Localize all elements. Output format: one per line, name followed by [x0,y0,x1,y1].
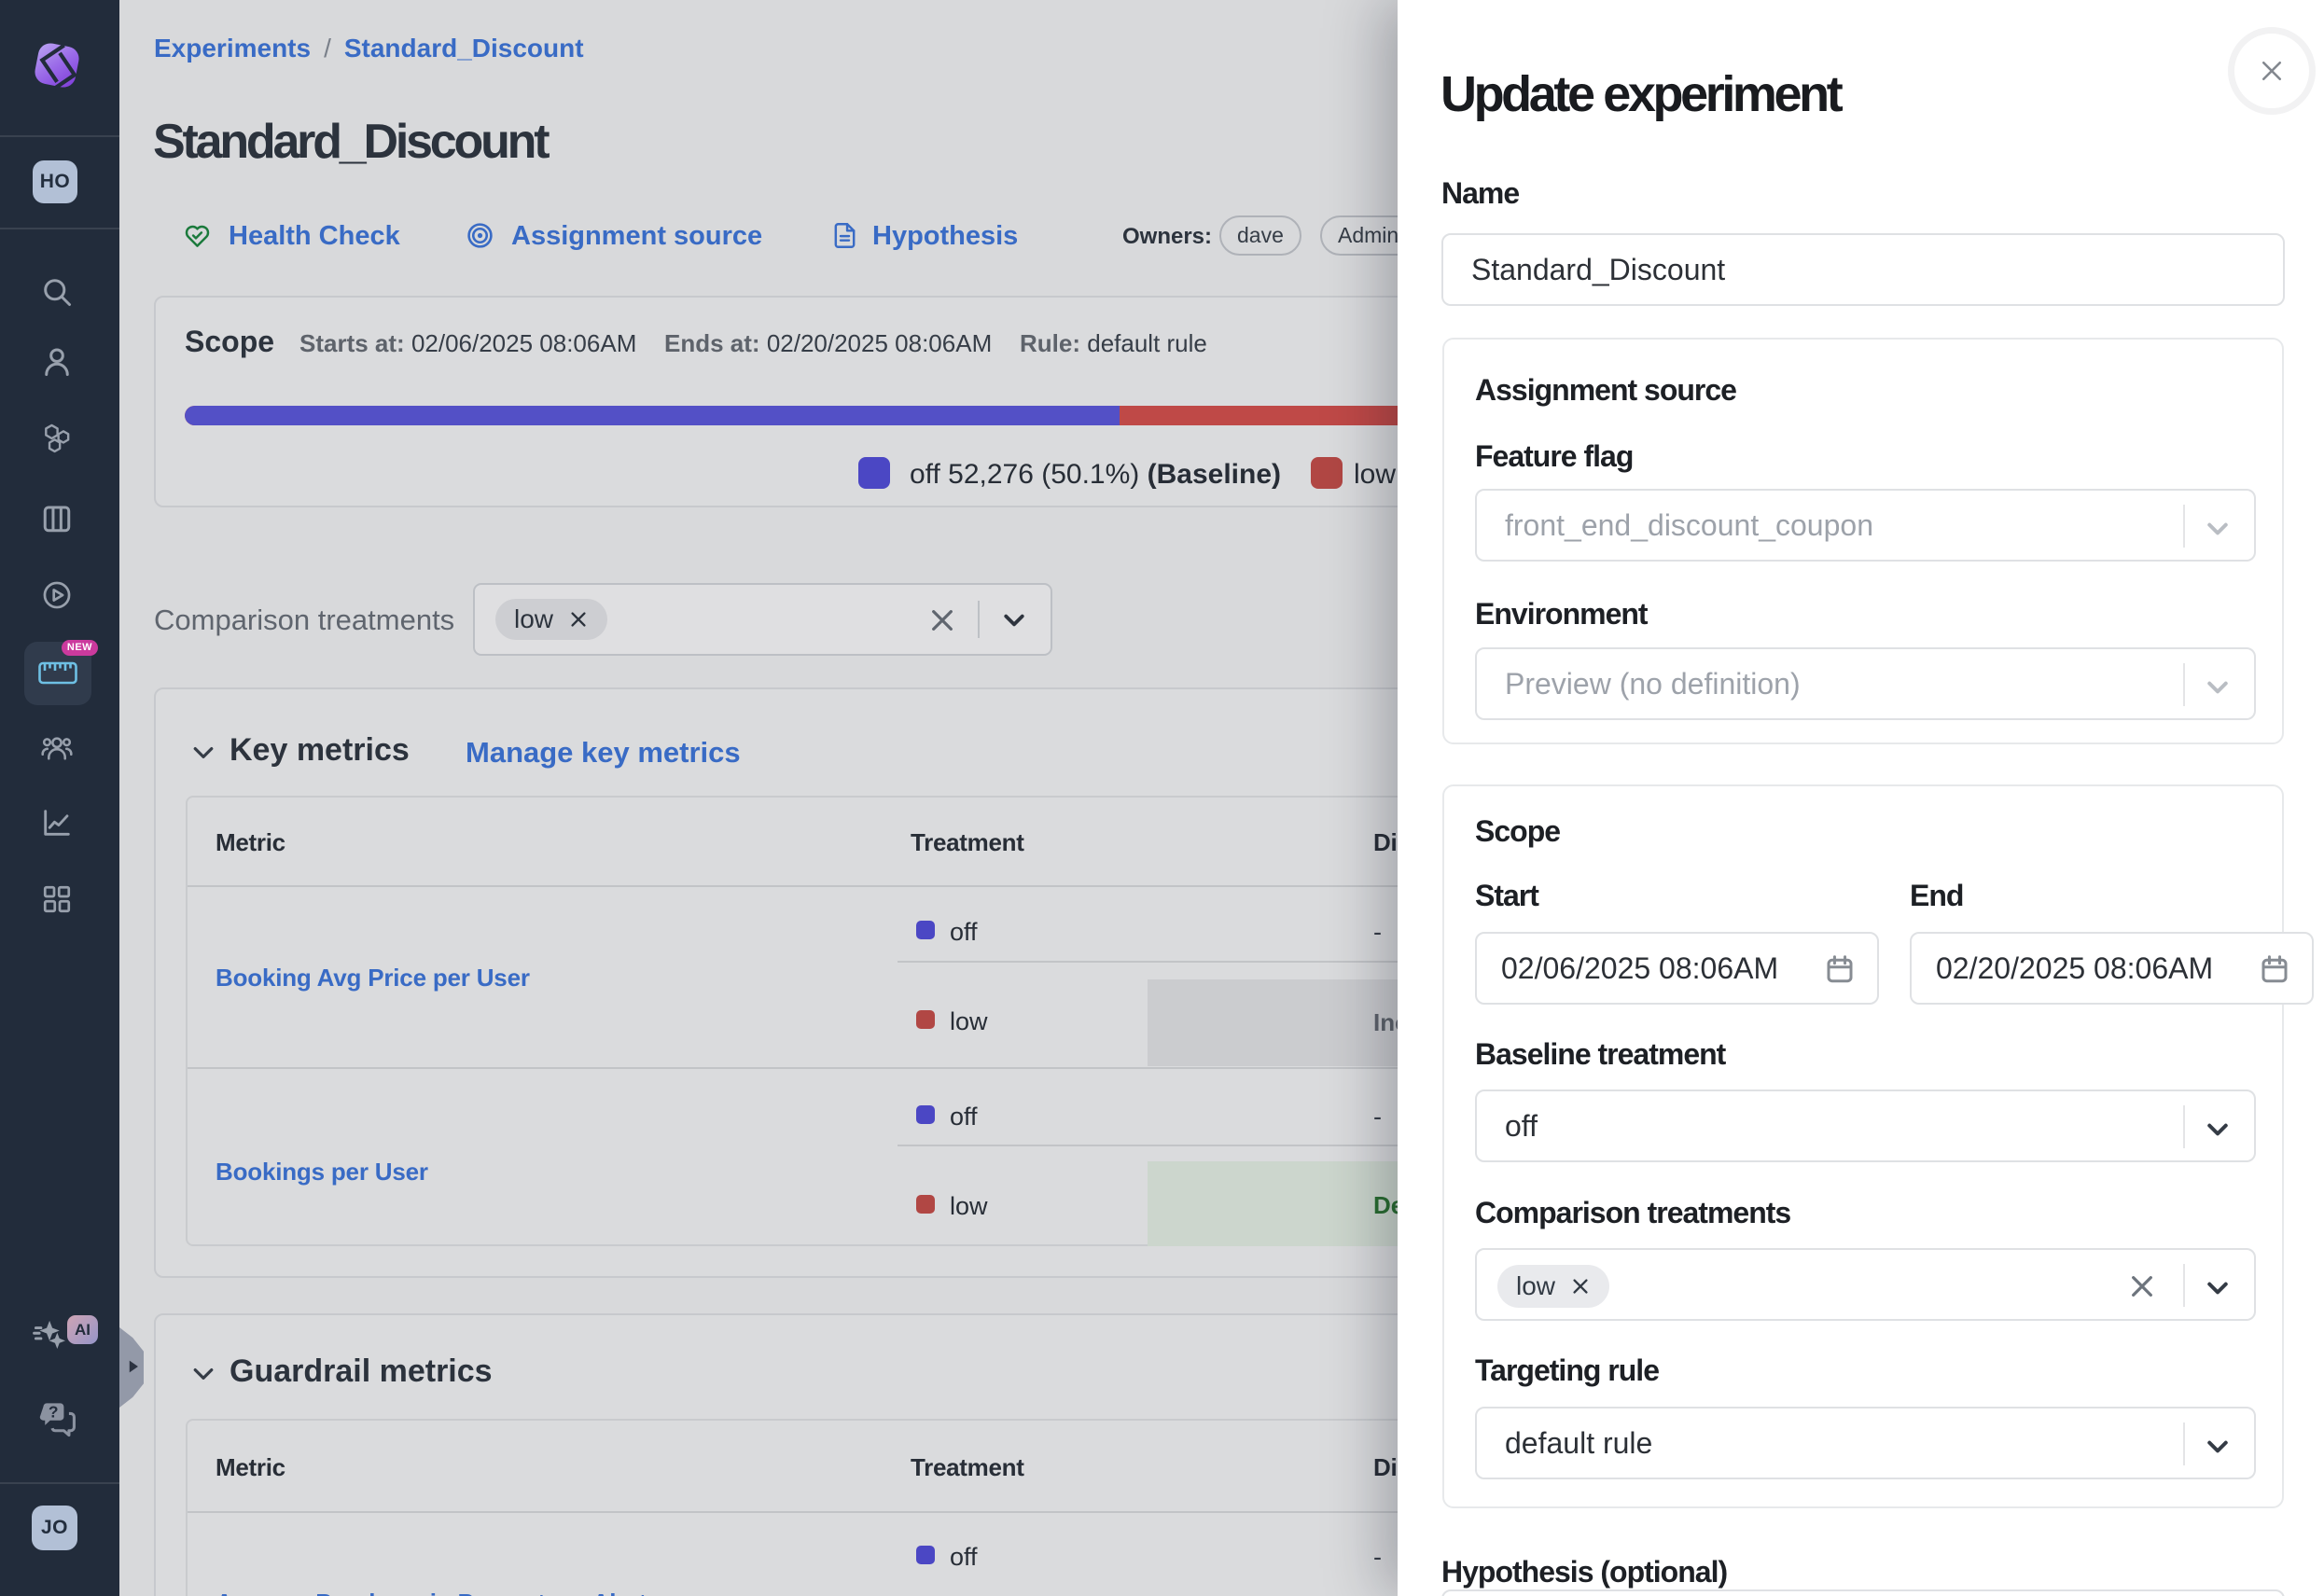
svg-text:?: ? [49,1402,59,1421]
